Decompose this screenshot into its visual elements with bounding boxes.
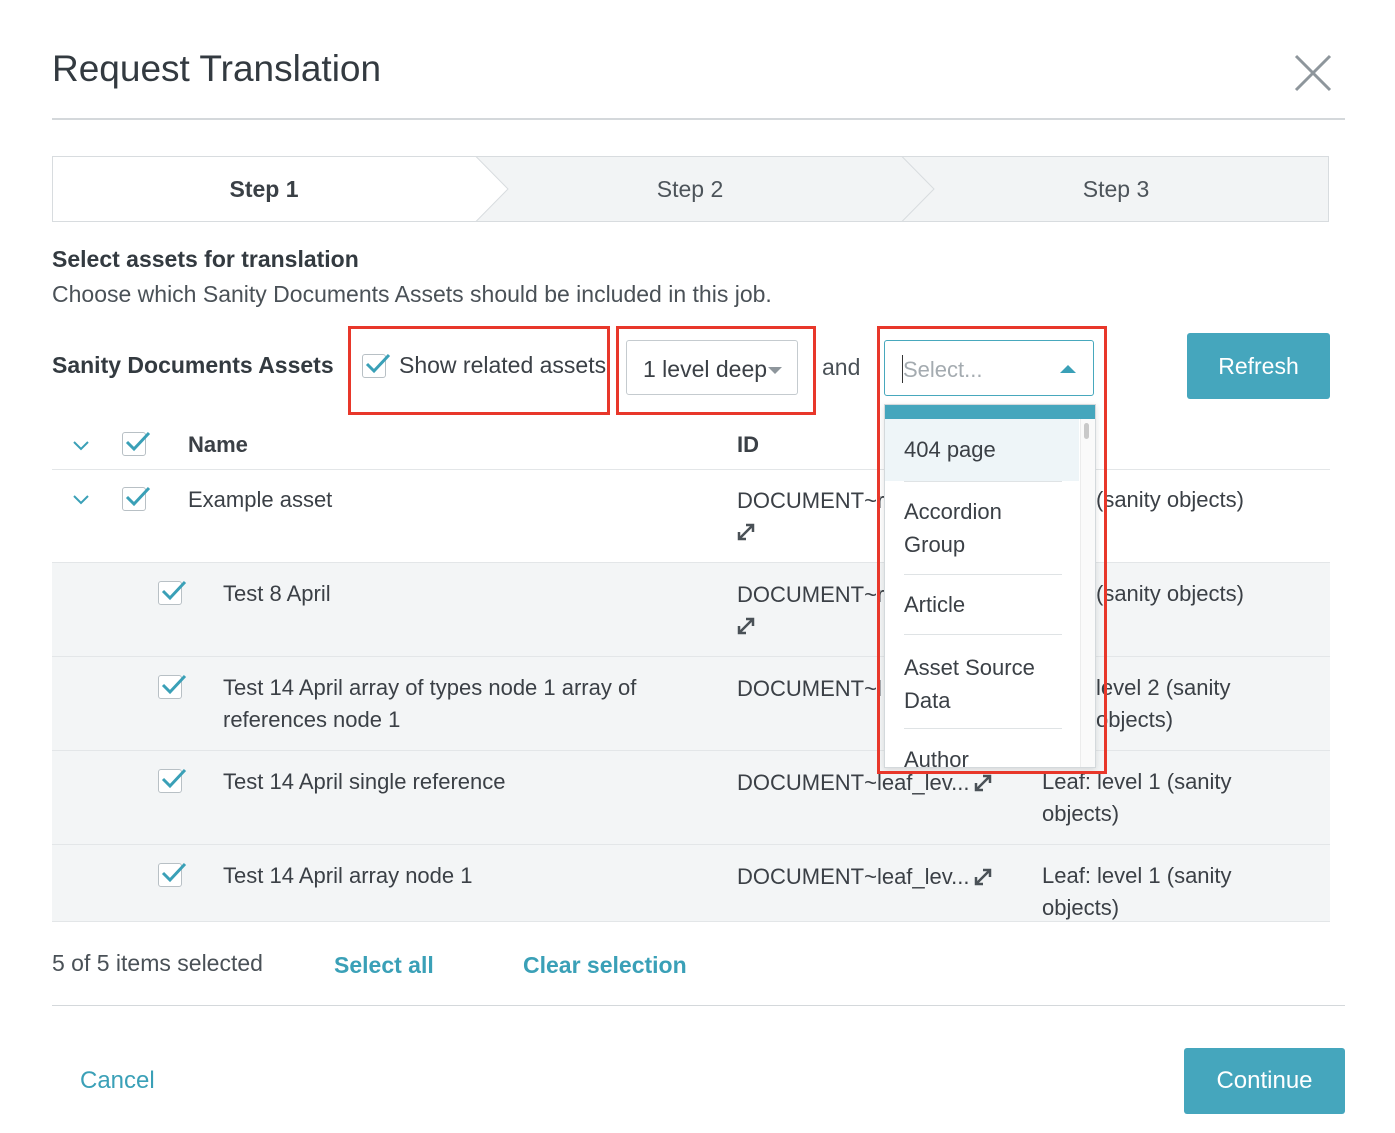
checkmark-icon	[125, 431, 151, 452]
table-row[interactable]: Test 8 April DOCUMENT~r (sanity objects)	[52, 563, 1330, 657]
checkmark-icon	[125, 486, 151, 507]
clear-selection-link[interactable]: Clear selection	[523, 952, 687, 979]
step-3-tab[interactable]: Step 3	[902, 156, 1330, 222]
column-header-id[interactable]: ID	[737, 432, 759, 458]
table-row[interactable]: Test 14 April single reference DOCUMENT~…	[52, 751, 1330, 845]
step-2-tab[interactable]: Step 2	[476, 156, 904, 222]
refresh-button[interactable]: Refresh	[1187, 333, 1330, 399]
expand-icon[interactable]	[972, 772, 994, 794]
row-type: Leaf: level 1 (sanity objects)	[1042, 769, 1232, 826]
dropdown-option[interactable]: 404 page	[885, 419, 1079, 481]
header-divider	[52, 118, 1345, 120]
checkmark-icon	[161, 862, 187, 883]
expand-icon[interactable]	[735, 521, 757, 543]
row-id: DOCUMENT~r	[737, 582, 885, 607]
type-select-input[interactable]: Select...	[884, 340, 1094, 396]
step-1-tab[interactable]: Step 1	[52, 156, 476, 222]
show-related-checkbox[interactable]	[362, 353, 391, 378]
depth-select[interactable]: 1 level deep	[626, 340, 798, 395]
chevron-down-icon[interactable]	[72, 490, 90, 508]
dropdown-option[interactable]: Author	[885, 729, 1079, 767]
row-checkbox[interactable]	[158, 580, 187, 605]
table-row[interactable]: Example asset DOCUMENT~r (sanity objects…	[52, 469, 1330, 563]
type-select-placeholder: Select...	[903, 357, 983, 382]
checkmark-icon	[365, 353, 391, 374]
row-id: DOCUMENT~l	[737, 676, 882, 701]
checkmark-icon	[161, 674, 187, 695]
row-type: level 2 (sanity objects)	[1096, 675, 1231, 732]
dropdown-accent-bar	[885, 405, 1095, 419]
selected-count: 5 of 5 items selected	[52, 950, 263, 976]
table-row[interactable]: Test 14 April array of types node 1 arra…	[52, 657, 1330, 751]
row-checkbox[interactable]	[158, 674, 187, 699]
chevron-up-icon[interactable]	[1060, 365, 1076, 373]
table-header: Name ID	[52, 418, 1330, 470]
continue-button[interactable]: Continue	[1184, 1048, 1345, 1114]
row-type: (sanity objects)	[1096, 581, 1244, 606]
select-all-checkbox[interactable]	[122, 431, 151, 456]
row-checkbox[interactable]	[158, 768, 187, 793]
footer-divider	[52, 1005, 1345, 1006]
row-checkbox[interactable]	[158, 862, 187, 887]
row-name: Example asset	[188, 487, 333, 512]
row-name: Test 14 April array node 1	[223, 863, 473, 888]
type-dropdown-menu[interactable]: 404 page Accordion Group Article Asset S…	[884, 404, 1096, 768]
dialog-title: Request Translation	[52, 48, 382, 89]
close-icon[interactable]	[1290, 50, 1336, 96]
row-name: Test 14 April array of types node 1 arra…	[223, 675, 637, 732]
expand-icon[interactable]	[735, 615, 757, 637]
table-row[interactable]: Test 14 April array node 1 DOCUMENT~leaf…	[52, 845, 1330, 922]
row-checkbox[interactable]	[122, 486, 151, 511]
chevron-down-icon[interactable]	[72, 436, 90, 454]
row-id: DOCUMENT~leaf_lev...	[737, 864, 970, 889]
checkmark-icon	[161, 580, 187, 601]
row-type: (sanity objects)	[1096, 487, 1244, 512]
and-label: and	[822, 354, 861, 380]
row-id: DOCUMENT~r	[737, 488, 885, 513]
row-id: DOCUMENT~leaf_lev...	[737, 770, 970, 795]
expand-icon[interactable]	[972, 866, 994, 888]
dropdown-option[interactable]: Article	[885, 575, 1079, 634]
checkmark-icon	[161, 768, 187, 789]
depth-select-value: 1 level deep	[643, 356, 768, 382]
assets-label: Sanity Documents Assets	[52, 352, 334, 378]
scrollbar-thumb[interactable]	[1084, 423, 1089, 439]
select-all-link[interactable]: Select all	[334, 952, 434, 979]
dropdown-scrollbar[interactable]	[1080, 419, 1095, 767]
row-name: Test 14 April single reference	[223, 769, 506, 794]
row-type: Leaf: level 1 (sanity objects)	[1042, 863, 1232, 920]
stepper: Step 1 Step 2 Step 3	[52, 156, 1329, 222]
dropdown-option[interactable]: Accordion Group	[885, 482, 1079, 574]
section-title: Select assets for translation	[52, 246, 359, 272]
show-related-label[interactable]: Show related assets	[399, 352, 606, 379]
chevron-down-icon	[768, 367, 782, 374]
section-description: Choose which Sanity Documents Assets sho…	[52, 281, 772, 307]
dropdown-option[interactable]: Asset Source Data	[885, 635, 1079, 728]
row-name: Test 8 April	[223, 581, 331, 606]
column-header-name[interactable]: Name	[188, 432, 248, 458]
cancel-button[interactable]: Cancel	[80, 1067, 155, 1095]
